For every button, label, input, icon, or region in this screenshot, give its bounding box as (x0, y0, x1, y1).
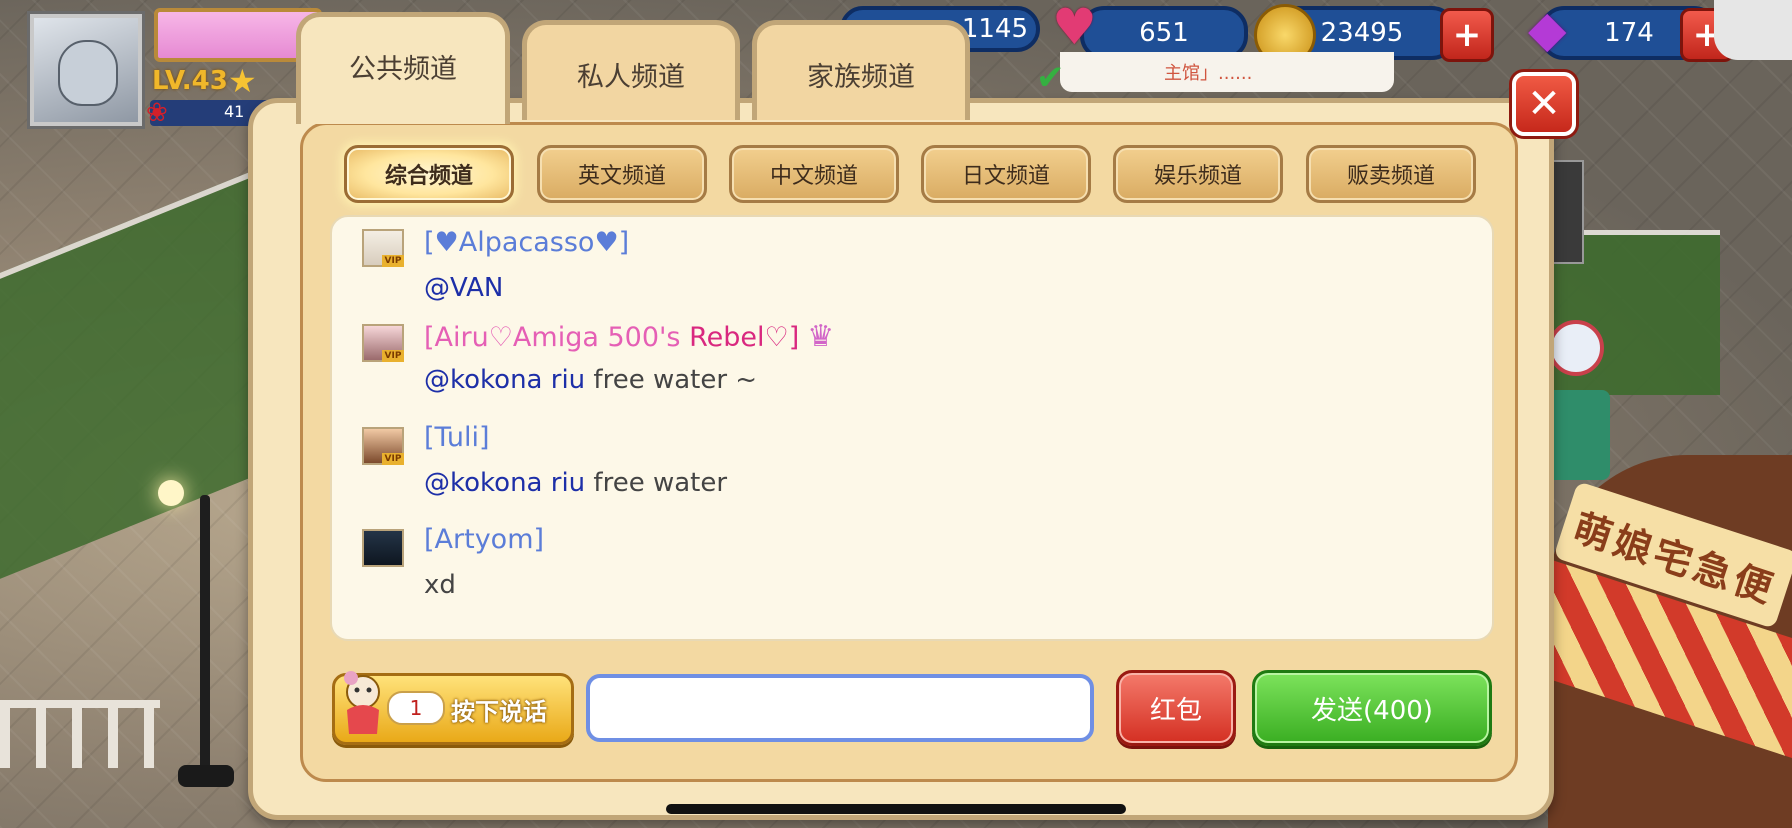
lamp-light (158, 480, 184, 506)
subtab-trade[interactable]: 贩卖频道 (1306, 145, 1476, 203)
vip-badge: VIP (382, 255, 404, 267)
chat-input[interactable] (586, 674, 1094, 742)
heart-icon: ♥ (1052, 0, 1097, 56)
user-avatar[interactable]: VIP (362, 229, 404, 267)
notice-strip: 主馆」...... (1060, 52, 1394, 92)
vip-badge: VIP (382, 453, 404, 465)
user-avatar[interactable]: VIP (362, 324, 404, 362)
push-to-talk-label: 按下说话 (451, 698, 547, 726)
user-avatar[interactable] (362, 529, 404, 567)
gumball-machine (1548, 320, 1604, 376)
message-text: free water (585, 468, 728, 498)
tab-label: 家族频道 (807, 62, 915, 93)
tab-private-channel[interactable]: 私人频道 (522, 20, 740, 120)
add-gold-button[interactable]: + (1440, 8, 1494, 62)
tab-family-channel[interactable]: 家族频道 (752, 20, 970, 120)
mention[interactable]: @kokona riu (424, 365, 585, 395)
chat-message-list[interactable]: VIP [♥Alpacasso♥] @VAN VIP [Airu♡Amiga 5… (330, 215, 1494, 641)
close-icon: ✕ (1527, 81, 1561, 127)
username[interactable]: [Artyom] (424, 524, 544, 555)
rose-count: 41 (224, 102, 245, 121)
tab-label: 私人频道 (577, 62, 685, 93)
message-text: xd (424, 570, 456, 600)
player-level: LV.43 (152, 66, 228, 96)
subtab-chinese[interactable]: 中文频道 (729, 145, 899, 203)
tab-label: 公共频道 (349, 54, 457, 85)
gold-value: 23495 (1320, 18, 1404, 48)
diamond-icon: ◆ (1528, 0, 1567, 58)
tab-public-channel[interactable]: 公共频道 (296, 12, 510, 124)
push-to-talk-button[interactable]: 1 按下说话 (332, 671, 574, 745)
vip-badge: VIP (382, 350, 404, 362)
gems-value: 174 (1604, 18, 1654, 48)
username[interactable]: [Airu♡Amiga 500's Rebel♡] ♛ (424, 319, 834, 354)
username[interactable]: [♥Alpacasso♥] (424, 227, 629, 258)
star-icon: ★ (228, 62, 257, 100)
username-part: [Airu♡Amiga 500's (424, 322, 690, 353)
red-packet-button[interactable]: 红包 (1116, 670, 1236, 746)
subtab-english[interactable]: 英文频道 (537, 145, 707, 203)
check-icon: ✔ (1036, 58, 1065, 98)
message-text: free water ~ (585, 365, 758, 395)
subtab-japanese[interactable]: 日文频道 (921, 145, 1091, 203)
hearts-value: 651 (1139, 18, 1189, 48)
user-avatar[interactable]: VIP (362, 427, 404, 465)
lamp-base (178, 765, 234, 787)
stamina-value: 1145 (961, 14, 1028, 44)
username-part: Rebel♡] (689, 322, 800, 353)
mention[interactable]: @VAN (424, 273, 503, 303)
player-avatar[interactable] (30, 14, 142, 126)
crown-icon: ♛ (807, 319, 835, 354)
avatar-face (58, 40, 118, 106)
subtab-entertainment[interactable]: 娱乐频道 (1113, 145, 1283, 203)
send-button[interactable]: 发送(400) (1252, 670, 1492, 746)
fence (0, 700, 160, 768)
mention[interactable]: @kokona riu (424, 468, 585, 498)
home-indicator[interactable] (666, 804, 1126, 814)
mascot-icon (344, 671, 380, 734)
hud-right-strip (1714, 0, 1792, 60)
lamp-post (200, 495, 210, 785)
username[interactable]: [Tuli] (424, 422, 490, 453)
close-button[interactable]: ✕ (1512, 72, 1576, 136)
notice-text: 主馆」...... (1164, 63, 1253, 84)
subtab-general[interactable]: 综合频道 (344, 145, 514, 203)
voice-count-badge: 1 (387, 691, 445, 725)
rose-icon: ❀ (146, 98, 168, 128)
